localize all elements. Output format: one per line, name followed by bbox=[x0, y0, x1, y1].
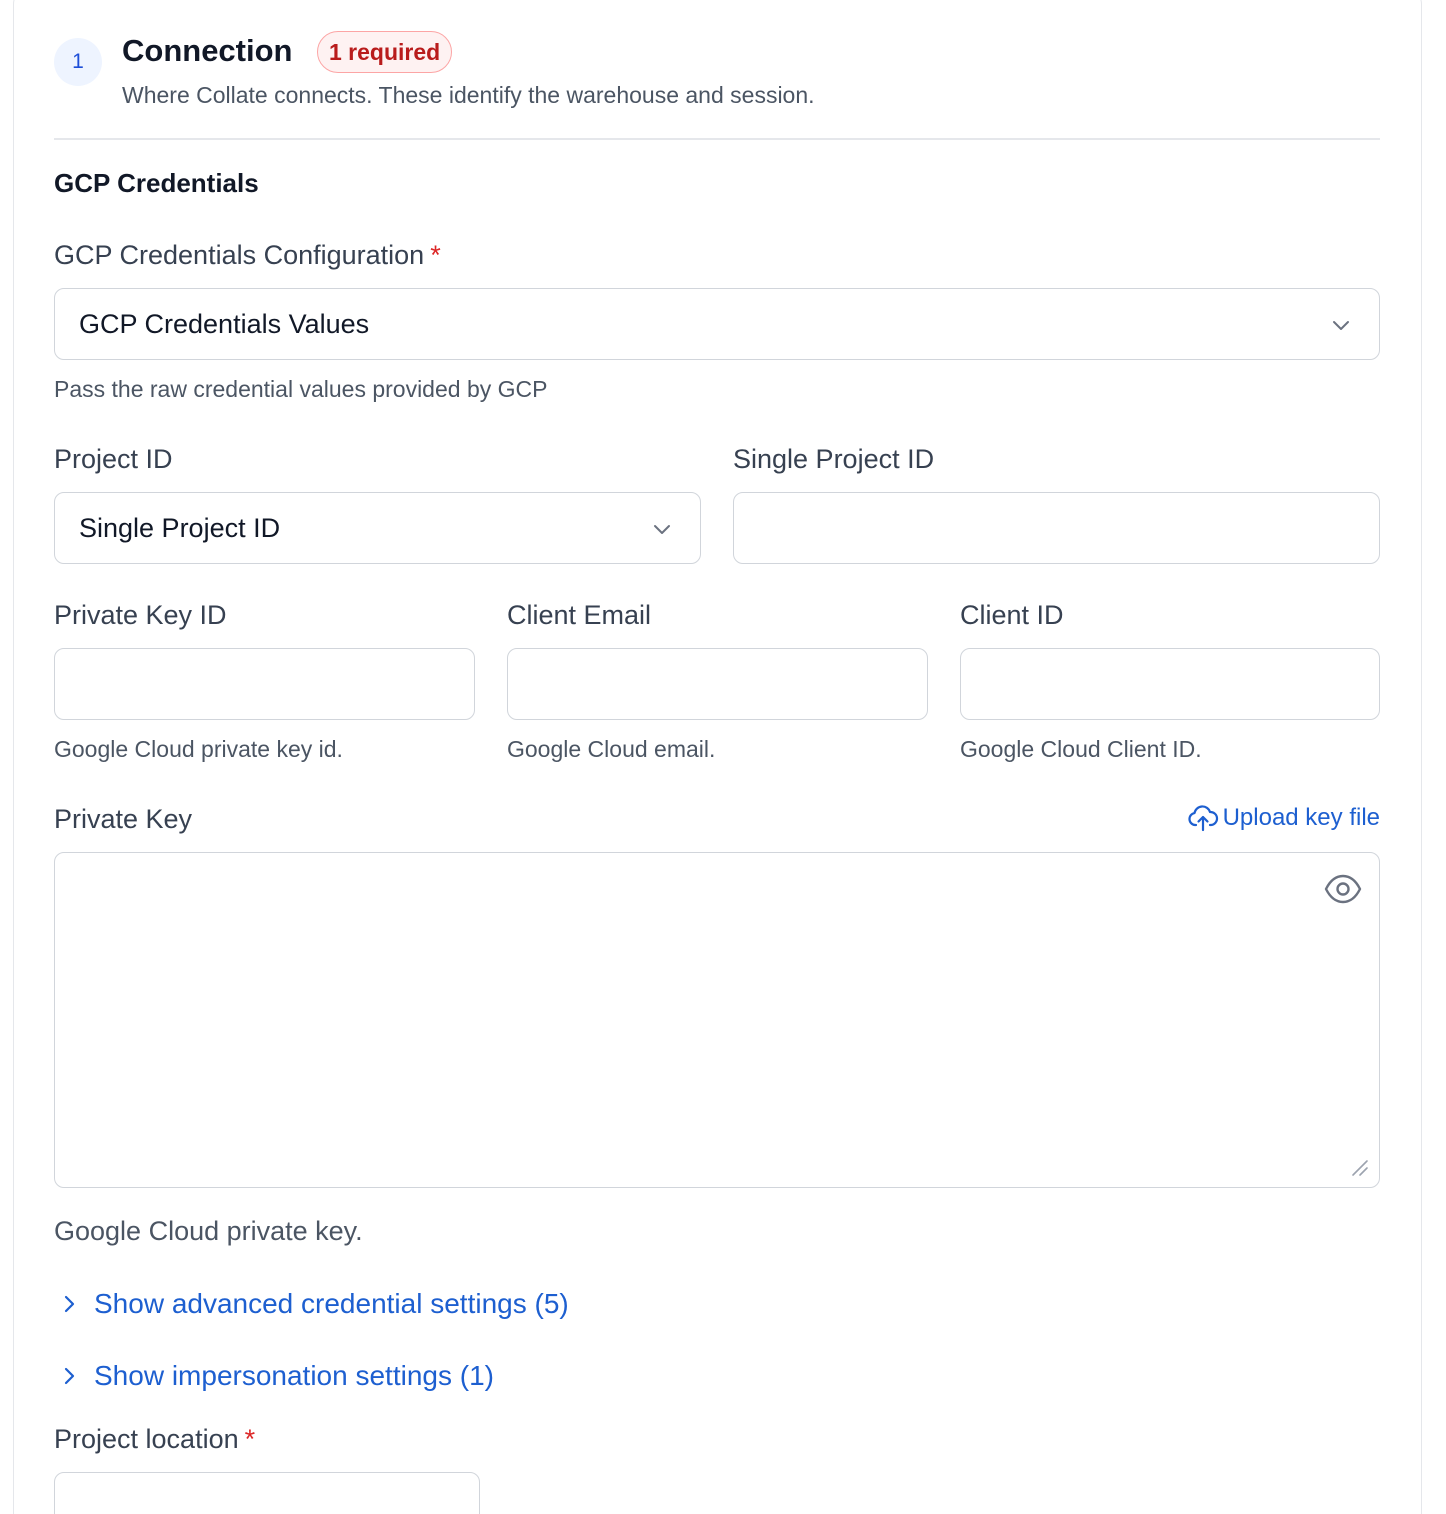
chevron-right-icon bbox=[64, 1367, 75, 1385]
project-location-input[interactable] bbox=[54, 1472, 480, 1514]
project-id-select-value: Single Project ID bbox=[79, 512, 281, 543]
client-id-help: Google Cloud Client ID. bbox=[960, 736, 1202, 762]
chevron-right-icon bbox=[64, 1295, 75, 1313]
group-title-gcp-credentials: GCP Credentials bbox=[54, 168, 259, 198]
single-project-id-input[interactable] bbox=[733, 492, 1380, 564]
eye-icon[interactable] bbox=[1323, 871, 1363, 907]
section-divider bbox=[54, 138, 1380, 140]
gcp-config-select-value: GCP Credentials Values bbox=[79, 308, 370, 339]
client-email-input[interactable] bbox=[507, 648, 928, 720]
project-id-select[interactable]: Single Project ID bbox=[54, 492, 701, 564]
client-email-help: Google Cloud email. bbox=[507, 736, 716, 762]
private-key-help: Google Cloud private key. bbox=[54, 1216, 363, 1246]
gcp-config-help: Pass the raw credential values provided … bbox=[54, 376, 548, 402]
required-asterisk: * bbox=[244, 1424, 256, 1454]
show-advanced-credential-settings-label: Show advanced credential settings (5) bbox=[94, 1288, 569, 1319]
private-key-id-help: Google Cloud private key id. bbox=[54, 736, 343, 762]
single-project-id-label: Single Project ID bbox=[733, 444, 935, 474]
private-key-id-label: Private Key ID bbox=[54, 600, 227, 630]
private-key-textarea[interactable] bbox=[54, 852, 1380, 1188]
client-id-label: Client ID bbox=[960, 600, 1064, 630]
show-impersonation-settings-toggle[interactable]: Show impersonation settings (1) bbox=[58, 1360, 494, 1392]
step-number: 1 bbox=[54, 38, 102, 86]
gcp-config-label: GCP Credentials Configuration * bbox=[54, 240, 441, 270]
upload-key-file-link[interactable]: Upload key file bbox=[1187, 802, 1380, 834]
show-impersonation-settings-label: Show impersonation settings (1) bbox=[94, 1360, 494, 1391]
chevron-down-icon bbox=[654, 525, 670, 534]
show-advanced-credential-settings-toggle[interactable]: Show advanced credential settings (5) bbox=[58, 1288, 569, 1320]
project-id-label: Project ID bbox=[54, 444, 173, 474]
chevron-down-icon bbox=[1333, 321, 1349, 330]
required-badge: 1 required bbox=[317, 31, 453, 73]
required-asterisk: * bbox=[430, 240, 441, 270]
cloud-upload-icon bbox=[1188, 805, 1218, 832]
upload-key-file-label: Upload key file bbox=[1222, 804, 1380, 831]
section-subtitle: Where Collate connects. These identify t… bbox=[122, 82, 815, 108]
client-email-label: Client Email bbox=[507, 600, 652, 630]
private-key-id-input[interactable] bbox=[54, 648, 475, 720]
resize-handle-icon[interactable] bbox=[1347, 1155, 1369, 1177]
project-location-label: Project location * bbox=[54, 1424, 256, 1454]
section-title: Connection bbox=[122, 33, 293, 68]
client-id-input[interactable] bbox=[960, 648, 1380, 720]
gcp-config-select[interactable]: GCP Credentials Values bbox=[54, 288, 1380, 360]
private-key-label: Private Key bbox=[54, 804, 193, 834]
